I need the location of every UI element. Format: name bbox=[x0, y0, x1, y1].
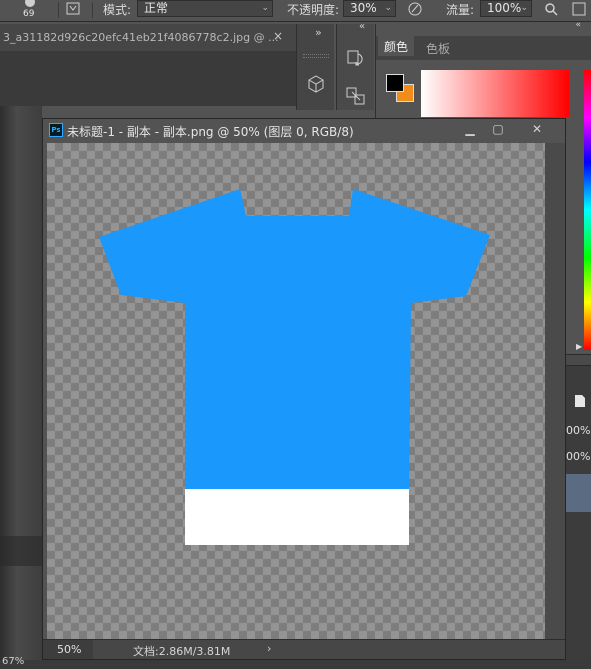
background-document-area bbox=[0, 51, 296, 106]
background-document-tab[interactable]: 3_a31182d926c20efc41eb21f4086778c2.jpg @… bbox=[0, 24, 296, 51]
mode-select[interactable]: 正常 ⌄ bbox=[137, 0, 273, 17]
mode-value: 正常 bbox=[144, 1, 169, 15]
panel-grip[interactable] bbox=[303, 54, 329, 58]
brush-preset-picker[interactable]: 69 bbox=[17, 0, 43, 20]
zoom-field[interactable]: 50% bbox=[43, 640, 93, 659]
opacity-field[interactable]: 30% ⌄ bbox=[343, 0, 396, 17]
maximize-icon[interactable]: ▢ bbox=[489, 121, 507, 137]
pressure-opacity-icon[interactable] bbox=[406, 1, 424, 17]
history-icon[interactable] bbox=[344, 46, 368, 70]
panel-collapse-icon[interactable]: « bbox=[575, 20, 581, 30]
document-icon[interactable] bbox=[574, 394, 586, 408]
3d-cube-icon[interactable] bbox=[304, 72, 328, 96]
collapsed-panel-strip: » bbox=[296, 24, 334, 110]
panel-value: 00% bbox=[566, 424, 591, 437]
brush-size: 69 bbox=[23, 9, 35, 19]
t-shirt-hem bbox=[185, 489, 409, 545]
chevron-down-icon: ⌄ bbox=[384, 3, 392, 13]
flow-value: 100% bbox=[487, 1, 522, 15]
tab-color[interactable]: 颜色 bbox=[378, 36, 415, 56]
color-panel-header: 颜色 色板 bbox=[376, 36, 591, 60]
document-size: 文档:2.86M/3.81M bbox=[133, 645, 231, 658]
opacity-label: 不透明度: bbox=[287, 3, 340, 17]
status-menu-arrow[interactable]: › bbox=[267, 642, 271, 655]
layer-thumbnail[interactable] bbox=[566, 474, 591, 512]
canvas[interactable] bbox=[47, 143, 545, 639]
document-title-bar[interactable]: Ps 未标题-1 - 副本 - 副本.png @ 50% (图层 0, RGB/… bbox=[43, 119, 565, 142]
chevron-down-icon: ⌄ bbox=[261, 3, 269, 13]
t-shirt-shape bbox=[99, 189, 490, 489]
close-icon[interactable]: ✕ bbox=[528, 121, 546, 137]
brush-settings-icon[interactable] bbox=[64, 1, 82, 17]
document-title: 未标题-1 - 副本 - 副本.png @ 50% (图层 0, RGB/8) bbox=[67, 125, 354, 139]
status-bar: 50% 文档:2.86M/3.81M › bbox=[43, 639, 565, 659]
right-panel-strip: 00% 00% bbox=[566, 354, 591, 669]
close-icon[interactable]: × bbox=[273, 29, 283, 43]
separator bbox=[92, 2, 93, 18]
chevron-down-icon: ⌄ bbox=[520, 3, 528, 13]
bottom-strip: 67% bbox=[0, 656, 591, 669]
document-window: Ps 未标题-1 - 副本 - 副本.png @ 50% (图层 0, RGB/… bbox=[42, 118, 566, 660]
background-document-canvas bbox=[0, 106, 42, 669]
hue-slider[interactable] bbox=[584, 70, 591, 350]
opacity-value: 30% bbox=[350, 1, 377, 15]
collapse-panels-icon[interactable]: « bbox=[359, 21, 365, 32]
transform-icon[interactable] bbox=[344, 84, 368, 108]
photoshop-icon: Ps bbox=[49, 123, 63, 137]
options-bar: 69 模式: 正常 ⌄ 不透明度: 30% ⌄ 流量: 100% ⌄ bbox=[0, 0, 591, 22]
airbrush-icon[interactable] bbox=[542, 1, 560, 17]
collapsed-panel-strip-2: « bbox=[336, 21, 374, 110]
background-zoom: 67% bbox=[2, 656, 25, 667]
brush-tip-icon bbox=[25, 0, 35, 7]
separator bbox=[58, 2, 59, 18]
panel-value: 00% bbox=[566, 450, 591, 463]
mode-label: 模式: bbox=[103, 3, 132, 17]
vertical-scrollbar[interactable] bbox=[545, 143, 565, 639]
background-document-title: 3_a31182d926c20efc41eb21f4086778c2.jpg @… bbox=[3, 31, 279, 44]
minimize-icon[interactable]: ▁ bbox=[461, 121, 479, 137]
pressure-size-icon[interactable] bbox=[570, 1, 588, 17]
tab-swatches[interactable]: 色板 bbox=[426, 40, 450, 57]
foreground-color-swatch[interactable] bbox=[386, 74, 404, 92]
expand-panels-icon[interactable]: » bbox=[315, 26, 322, 39]
panel-grip[interactable] bbox=[566, 354, 591, 366]
artwork bbox=[99, 189, 490, 545]
flow-label: 流量: bbox=[446, 3, 475, 17]
hue-slider-marker[interactable]: ▶ bbox=[576, 342, 582, 351]
color-ramp[interactable] bbox=[421, 70, 569, 117]
flow-field[interactable]: 100% ⌄ bbox=[480, 0, 532, 17]
